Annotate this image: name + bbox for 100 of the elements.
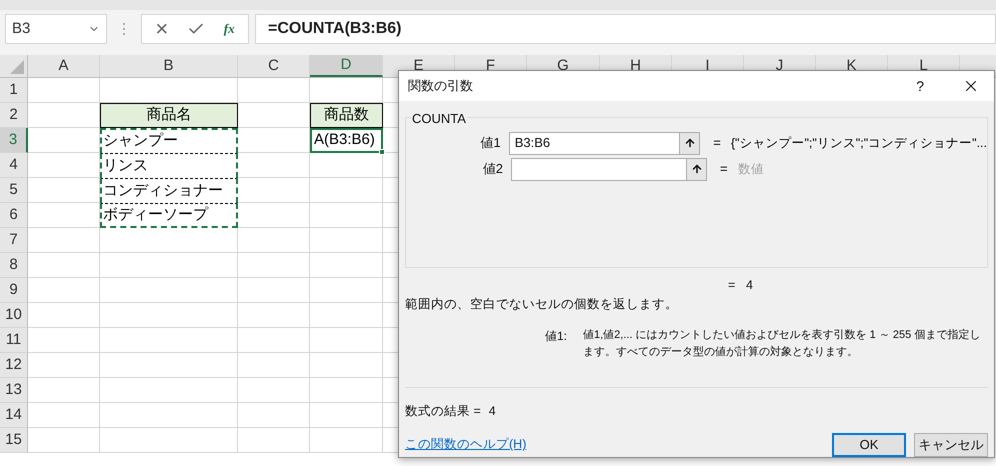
table-cell[interactable]: [238, 353, 310, 378]
row-header[interactable]: 2: [0, 103, 28, 128]
table-cell[interactable]: リンス: [100, 153, 238, 178]
table-cell[interactable]: [100, 253, 238, 278]
table-cell[interactable]: [238, 303, 310, 328]
table-cell[interactable]: コンディショナー: [100, 178, 238, 203]
argument-label: 値2: [482, 160, 504, 178]
table-cell[interactable]: [100, 228, 238, 253]
column-header[interactable]: D: [310, 55, 383, 77]
row-header[interactable]: 9: [0, 278, 28, 303]
table-cell[interactable]: [238, 428, 310, 453]
table-cell[interactable]: [310, 153, 383, 178]
dialog-button[interactable]: OK: [832, 432, 906, 456]
column-header[interactable]: A: [28, 55, 100, 77]
argument-field[interactable]: [511, 158, 707, 180]
table-cell[interactable]: [238, 178, 310, 203]
row-header[interactable]: 15: [0, 428, 28, 453]
result-value: 4: [746, 276, 753, 294]
table-cell[interactable]: 商品名: [100, 103, 238, 128]
table-cell[interactable]: [310, 253, 383, 278]
table-cell[interactable]: [28, 353, 100, 378]
table-cell[interactable]: [238, 278, 310, 303]
help-button[interactable]: ?: [916, 76, 924, 96]
table-cell[interactable]: [28, 228, 100, 253]
table-cell[interactable]: [310, 403, 383, 428]
table-cell[interactable]: [238, 128, 310, 153]
formula-result-label: 数式の結果 =: [405, 402, 481, 420]
row-header[interactable]: 14: [0, 403, 28, 428]
table-cell[interactable]: [28, 403, 100, 428]
table-cell[interactable]: [100, 378, 238, 403]
formula-field[interactable]: =COUNTA(B3:B6): [255, 14, 996, 44]
row-header[interactable]: 11: [0, 328, 28, 353]
formula-result-value: 4: [488, 402, 496, 420]
table-cell[interactable]: [28, 253, 100, 278]
argument-help-text: 値1,値2,... にはカウントしたい値およびセルを表す引数を 1 ～ 255 個まで指定します。すべてのデータ型の値が計算の対象となります。: [583, 328, 982, 360]
table-cell[interactable]: [100, 328, 238, 353]
table-cell[interactable]: [310, 203, 383, 228]
table-cell[interactable]: [310, 303, 383, 328]
equals-sign: =: [728, 276, 736, 294]
equals-sign: =: [720, 160, 729, 178]
collapse-button[interactable]: [686, 158, 706, 180]
table-cell[interactable]: [100, 353, 238, 378]
argument-result: {"シャンプー";"リンス";"コンディショナー"...: [730, 134, 988, 152]
row-header[interactable]: 10: [0, 303, 28, 328]
row-header[interactable]: 5: [0, 178, 28, 203]
upload-icon: [690, 163, 702, 175]
table-cell[interactable]: [238, 328, 310, 353]
table-cell[interactable]: [238, 203, 310, 228]
table-cell[interactable]: [100, 278, 238, 303]
name-box[interactable]: B3: [5, 14, 107, 44]
select-all-icon[interactable]: [10, 60, 24, 74]
table-cell[interactable]: シャンプー: [100, 128, 238, 153]
row-header[interactable]: 12: [0, 353, 28, 378]
table-cell[interactable]: A(B3:B6): [310, 128, 383, 153]
column-header[interactable]: B: [100, 55, 238, 77]
table-cell[interactable]: [28, 328, 100, 353]
table-cell[interactable]: [310, 328, 383, 353]
dialog-button[interactable]: キャンセル: [914, 432, 988, 456]
table-cell[interactable]: [28, 378, 100, 403]
table-cell[interactable]: [310, 278, 383, 303]
table-cell[interactable]: [310, 428, 383, 453]
table-cell[interactable]: [100, 303, 238, 328]
row-header[interactable]: 3: [0, 128, 28, 153]
cancel-button[interactable]: ×: [155, 18, 168, 40]
upload-icon: [684, 137, 696, 149]
table-cell[interactable]: ボディーソープ: [100, 203, 238, 228]
row-header[interactable]: 1: [0, 78, 28, 103]
window-title: 関数の引数: [408, 77, 474, 96]
equals-sign: =: [713, 134, 722, 152]
table-cell[interactable]: 商品数: [310, 103, 383, 128]
table-cell[interactable]: [238, 253, 310, 278]
function-description: 範囲内の、空白でないセルの個数を返します。: [405, 296, 679, 313]
row-header[interactable]: 7: [0, 228, 28, 253]
insert-function-button[interactable]: fx: [224, 19, 235, 39]
table-cell[interactable]: [28, 428, 100, 453]
argument-help-label: 値1:: [545, 328, 568, 345]
table-cell[interactable]: [238, 228, 310, 253]
table-cell[interactable]: [238, 78, 310, 103]
table-cell[interactable]: [238, 403, 310, 428]
row-header[interactable]: 13: [0, 378, 28, 403]
collapse-button[interactable]: [679, 132, 700, 154]
table-cell[interactable]: [28, 278, 100, 303]
row-header[interactable]: 8: [0, 253, 28, 278]
argument-field[interactable]: B3:B6: [508, 132, 700, 154]
row-header[interactable]: 6: [0, 203, 28, 228]
table-cell[interactable]: [238, 153, 310, 178]
drag-handle-icon[interactable]: [122, 22, 126, 36]
table-cell[interactable]: [100, 403, 238, 428]
argument-result: 数値: [738, 160, 764, 178]
table-cell[interactable]: [310, 378, 383, 403]
table-cell[interactable]: [310, 228, 383, 253]
row-header[interactable]: 4: [0, 153, 28, 178]
table-cell[interactable]: [100, 428, 238, 453]
table-cell[interactable]: [310, 353, 383, 378]
help-link[interactable]: この関数のヘルプ(H): [405, 435, 824, 454]
table-cell[interactable]: [238, 378, 310, 403]
table-cell[interactable]: [28, 78, 100, 103]
table-cell[interactable]: [310, 178, 383, 203]
fill-handle[interactable]: [379, 149, 385, 155]
table-cell[interactable]: [28, 303, 100, 328]
